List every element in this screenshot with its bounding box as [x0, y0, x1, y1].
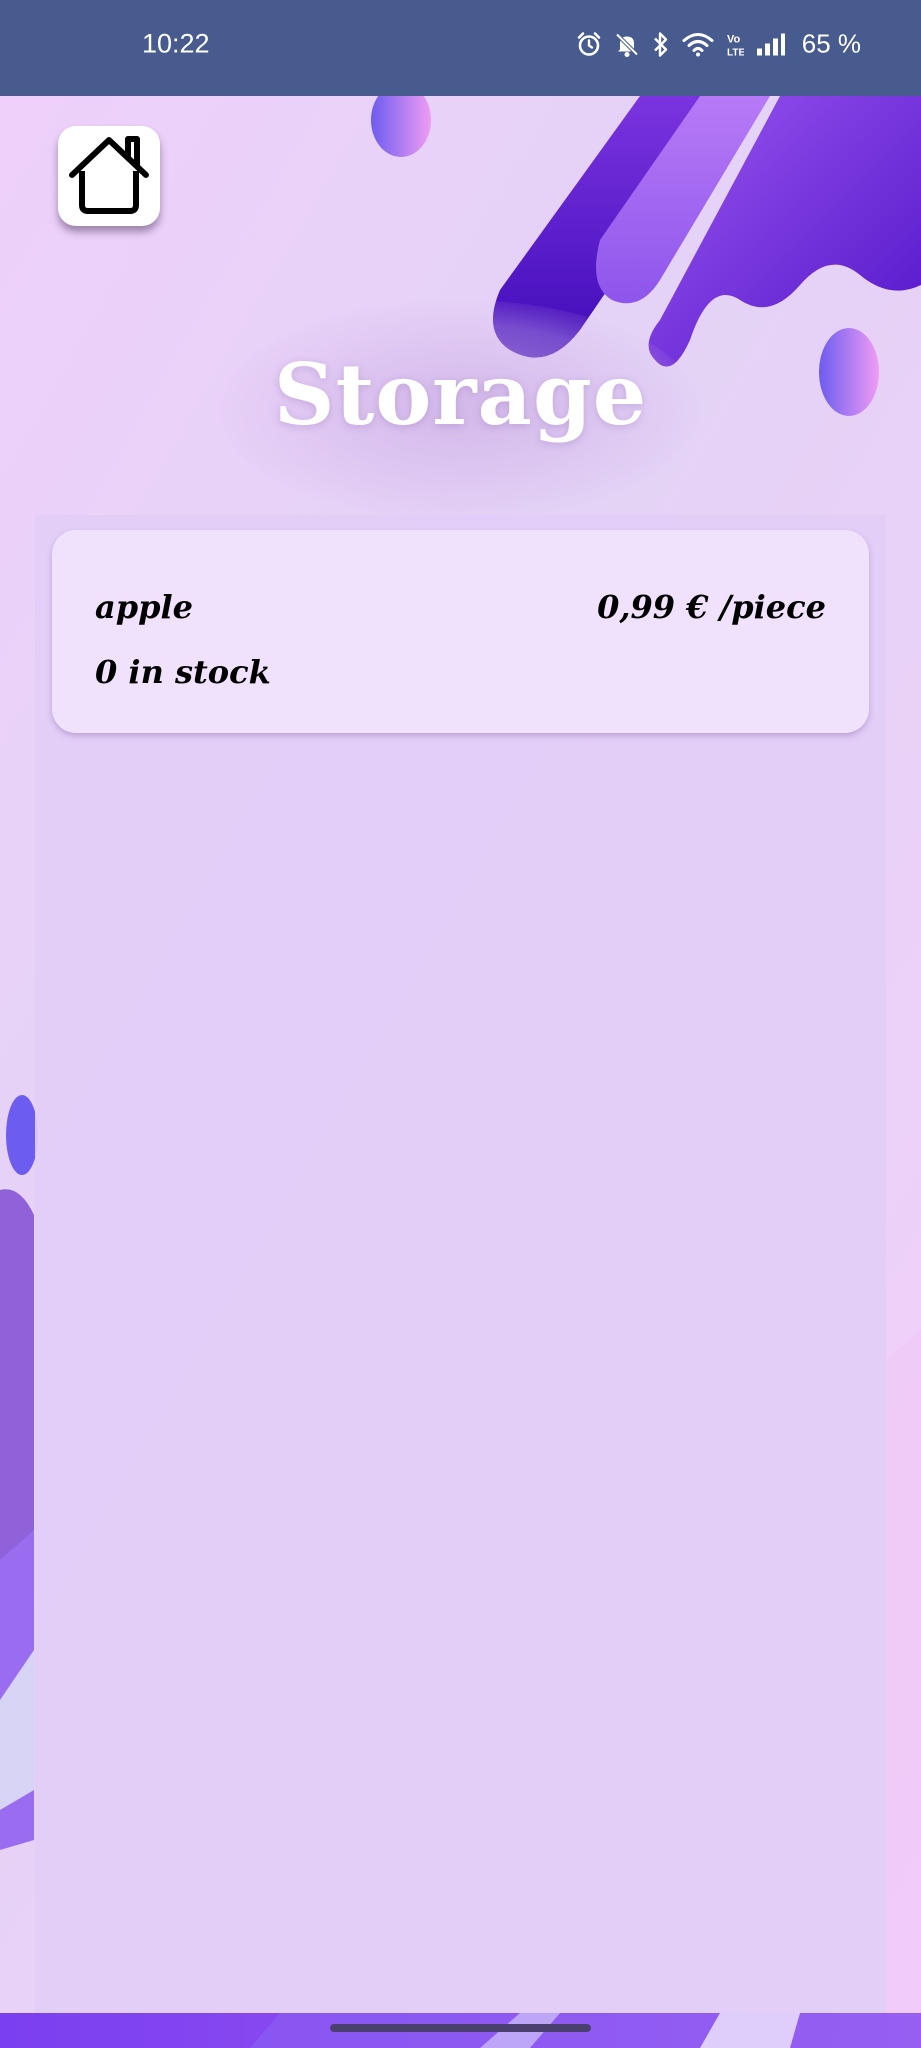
wifi-icon — [682, 29, 714, 59]
volte-icon: Vo LTE — [726, 29, 744, 59]
battery-level: 65 % — [801, 28, 861, 59]
storage-list[interactable]: apple 0,99 € /piece 0 in stock — [35, 515, 886, 2013]
status-icons: Vo LTE 65 % — [576, 29, 861, 60]
gesture-nav-handle[interactable] — [330, 2024, 591, 2032]
mute-icon — [614, 29, 640, 59]
page-title: Storage — [273, 345, 648, 444]
bluetooth-icon — [652, 29, 670, 59]
item-stock: 0 in stock — [95, 653, 271, 691]
svg-text:Vo: Vo — [727, 33, 741, 45]
storage-screen: 10:22 Vo LTE 65 % Storage apple 0,99 € /… — [0, 0, 921, 2048]
home-button[interactable] — [58, 126, 160, 226]
item-price: 0,99 € /piece — [597, 588, 826, 626]
signal-icon — [756, 29, 786, 59]
svg-text:LTE: LTE — [727, 47, 744, 58]
alarm-icon — [576, 29, 602, 59]
status-bar: 10:22 Vo LTE 65 % — [0, 0, 921, 96]
home-icon — [66, 131, 152, 221]
item-name: apple — [95, 588, 193, 626]
list-item[interactable]: apple 0,99 € /piece 0 in stock — [52, 530, 869, 733]
status-time: 10:22 — [142, 28, 210, 59]
